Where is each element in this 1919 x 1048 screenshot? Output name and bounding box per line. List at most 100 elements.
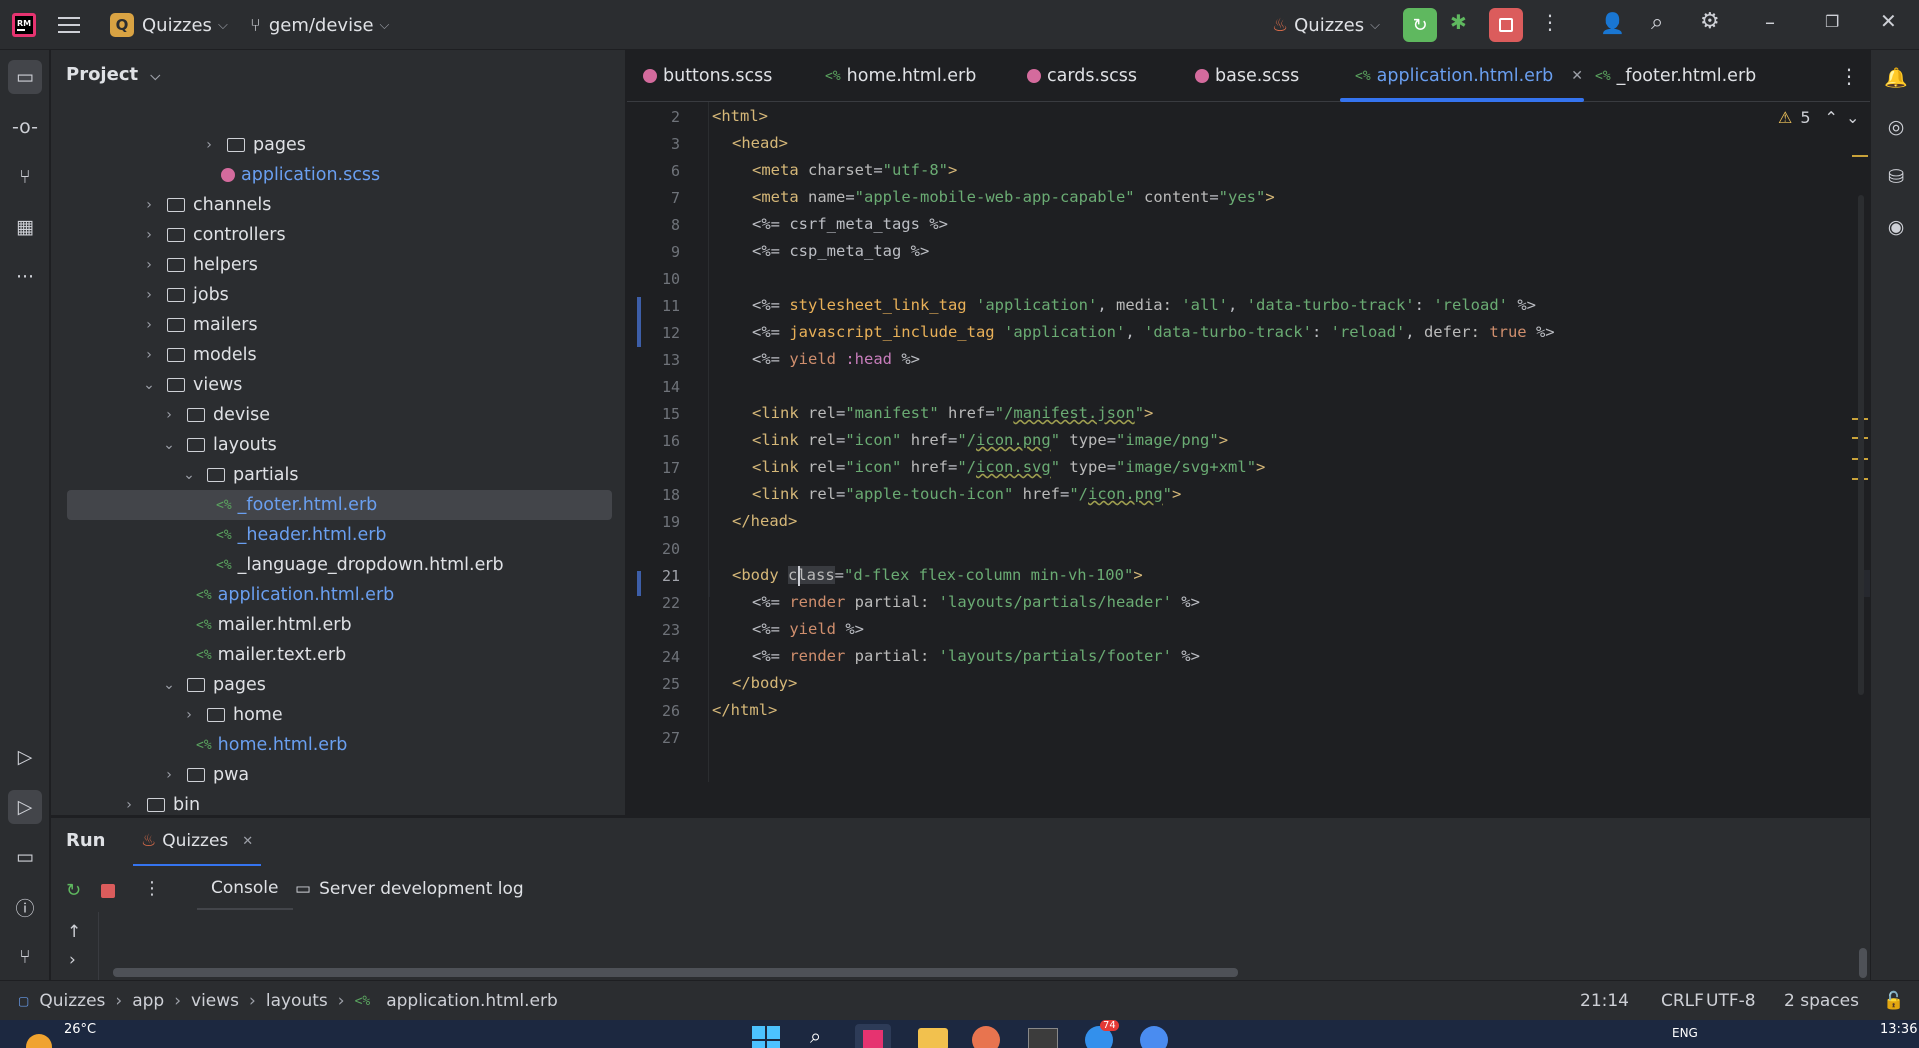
more-tools-icon[interactable]: ··· xyxy=(8,260,42,294)
pull-requests-icon[interactable]: ⑂ xyxy=(8,160,42,194)
tree-item[interactable]: › channels xyxy=(141,190,271,220)
chevron-down-icon[interactable]: ⌄ xyxy=(161,677,177,693)
tree-item[interactable]: › home xyxy=(181,700,282,730)
tree-item[interactable]: › bin xyxy=(121,790,200,815)
lock-icon[interactable]: 🔓 xyxy=(1883,991,1904,1011)
windows-start-icon[interactable] xyxy=(752,1026,780,1048)
chevron-right-icon[interactable]: › xyxy=(181,707,197,723)
project-switcher[interactable]: Q Quizzes ⌵ xyxy=(110,0,228,50)
chevron-right-icon[interactable]: › xyxy=(141,197,157,213)
run-config-tab[interactable]: ♨ Quizzes ✕ xyxy=(133,818,262,866)
error-stripe-mark[interactable] xyxy=(1852,155,1868,157)
project-panel-header[interactable]: Project ⌵ xyxy=(66,64,160,85)
language-indicator[interactable]: ENG xyxy=(1672,1026,1698,1040)
tree-item[interactable]: <% _footer.html.erb xyxy=(67,490,612,520)
tree-item[interactable]: <% _language_dropdown.html.erb xyxy=(216,550,504,580)
chevron-right-icon[interactable]: › xyxy=(141,227,157,243)
taskbar-terminal-icon[interactable] xyxy=(1028,1028,1058,1048)
chevron-right-icon[interactable]: › xyxy=(121,797,137,813)
add-user-icon[interactable]: 👤 xyxy=(1600,11,1625,35)
caret-position[interactable]: 21:14 xyxy=(1580,991,1629,1011)
chevron-right-icon[interactable]: › xyxy=(201,137,217,153)
terminal-icon[interactable]: ▭ xyxy=(8,840,42,874)
more-options-icon[interactable]: ⋮ xyxy=(1540,10,1560,34)
file-encoding[interactable]: UTF-8 xyxy=(1706,991,1756,1011)
console-tab[interactable]: Console xyxy=(197,868,293,910)
tree-item[interactable]: <% mailer.text.erb xyxy=(196,640,346,670)
chevron-down-icon[interactable]: ⌄ xyxy=(141,377,157,393)
tree-item[interactable]: › pages xyxy=(201,130,306,160)
chevron-right-icon[interactable]: › xyxy=(161,407,177,423)
notifications-icon[interactable]: 🔔 xyxy=(1879,60,1913,94)
chevron-right-icon[interactable]: › xyxy=(141,317,157,333)
tree-item[interactable]: ⌄ partials xyxy=(181,460,298,490)
rerun-icon[interactable]: ↻ xyxy=(66,880,81,901)
inspection-widget[interactable]: ⚠ 5 ⌃ ⌄ xyxy=(1778,108,1859,127)
taskbar-browser-icon[interactable] xyxy=(972,1026,1000,1048)
tree-item[interactable]: ⌄ pages xyxy=(161,670,266,700)
tree-item[interactable]: › helpers xyxy=(141,250,258,280)
weather-sun-icon[interactable] xyxy=(26,1034,52,1048)
more-options-icon[interactable]: ⋮ xyxy=(143,878,161,899)
tab-buttons-scss[interactable]: buttons.scss xyxy=(643,50,772,102)
breadcrumb-item[interactable]: layouts xyxy=(266,991,328,1011)
tab-footer-html-erb[interactable]: <% _footer.html.erb xyxy=(1595,50,1756,102)
breadcrumb-item[interactable]: application.html.erb xyxy=(386,991,558,1011)
chevron-up-icon[interactable]: ⌃ xyxy=(1825,108,1838,127)
chevron-down-icon[interactable]: ⌄ xyxy=(1846,108,1859,127)
code-editor[interactable]: <html> <head> <meta charset="utf-8"> <me… xyxy=(710,102,1860,782)
tree-item[interactable]: application.scss xyxy=(221,160,380,190)
settings-gear-icon[interactable]: ⚙ xyxy=(1700,9,1720,34)
run-config-selector[interactable]: ♨ Quizzes ⌵ xyxy=(1272,0,1380,50)
breadcrumb-item[interactable]: Quizzes xyxy=(39,991,105,1011)
ai-assistant-icon[interactable]: ◎ xyxy=(1879,110,1913,144)
tree-item[interactable]: ⌄ views xyxy=(141,370,242,400)
structure-icon[interactable]: ▦ xyxy=(8,210,42,244)
console-h-scrollbar[interactable] xyxy=(113,968,1238,977)
tab-home-html-erb[interactable]: <% home.html.erb xyxy=(825,50,976,102)
database-icon[interactable]: ⛁ xyxy=(1879,160,1913,194)
tree-item[interactable]: › devise xyxy=(161,400,270,430)
tab-application-html-erb[interactable]: <% application.html.erb ✕ xyxy=(1355,50,1583,102)
debug-icon[interactable]: ✱ xyxy=(1450,10,1467,34)
close-window-icon[interactable]: ✕ xyxy=(1880,9,1897,33)
commit-icon[interactable]: -o- xyxy=(8,110,42,144)
scroll-up-icon[interactable]: ↑ xyxy=(67,922,81,942)
console-v-scrollbar[interactable] xyxy=(1859,948,1867,978)
git-icon[interactable]: ⑂ xyxy=(8,940,42,974)
tree-item[interactable]: › jobs xyxy=(141,280,229,310)
minimize-icon[interactable]: – xyxy=(1765,10,1775,34)
chevron-right-icon[interactable]: › xyxy=(141,287,157,303)
tree-item[interactable]: › mailers xyxy=(141,310,257,340)
breadcrumb-item[interactable]: app xyxy=(132,991,164,1011)
chevron-down-icon[interactable]: ⌄ xyxy=(181,467,197,483)
branch-switcher[interactable]: ⑂ gem/devise ⌵ xyxy=(250,0,389,50)
tree-item[interactable]: ⌄ layouts xyxy=(161,430,277,460)
chevron-right-icon[interactable]: › xyxy=(69,950,76,970)
tree-item[interactable]: › controllers xyxy=(141,220,285,250)
clock-time[interactable]: 13:36 xyxy=(1880,1022,1917,1037)
tree-item[interactable]: <% _header.html.erb xyxy=(216,520,387,550)
chevron-right-icon[interactable]: › xyxy=(141,347,157,363)
services-icon[interactable]: ▷ xyxy=(8,740,42,774)
tree-item[interactable]: <% home.html.erb xyxy=(196,730,347,760)
breadcrumb-item[interactable]: views xyxy=(191,991,239,1011)
tab-cards-scss[interactable]: cards.scss xyxy=(1027,50,1137,102)
restore-icon[interactable]: ❐ xyxy=(1825,12,1839,31)
problems-icon[interactable]: ⓘ xyxy=(8,890,42,924)
tree-item[interactable]: <% application.html.erb xyxy=(196,580,394,610)
line-separator[interactable]: CRLF xyxy=(1661,991,1704,1011)
taskbar-app-icon[interactable] xyxy=(1140,1026,1168,1048)
copilot-icon[interactable]: ◉ xyxy=(1879,210,1913,244)
tab-options-icon[interactable]: ⋮ xyxy=(1839,50,1859,102)
taskbar-file-explorer-icon[interactable] xyxy=(918,1028,948,1048)
run-tool-icon[interactable]: ▷ xyxy=(8,790,42,824)
stop-icon[interactable] xyxy=(101,884,115,898)
close-tab-icon[interactable]: ✕ xyxy=(242,834,253,849)
chevron-right-icon[interactable]: › xyxy=(141,257,157,273)
tab-base-scss[interactable]: base.scss xyxy=(1195,50,1299,102)
taskbar-search-icon[interactable]: ⌕ xyxy=(810,1024,821,1048)
rerun-icon[interactable]: ↻ xyxy=(1403,8,1437,42)
chevron-right-icon[interactable]: › xyxy=(161,767,177,783)
tree-item[interactable]: <% mailer.html.erb xyxy=(196,610,352,640)
